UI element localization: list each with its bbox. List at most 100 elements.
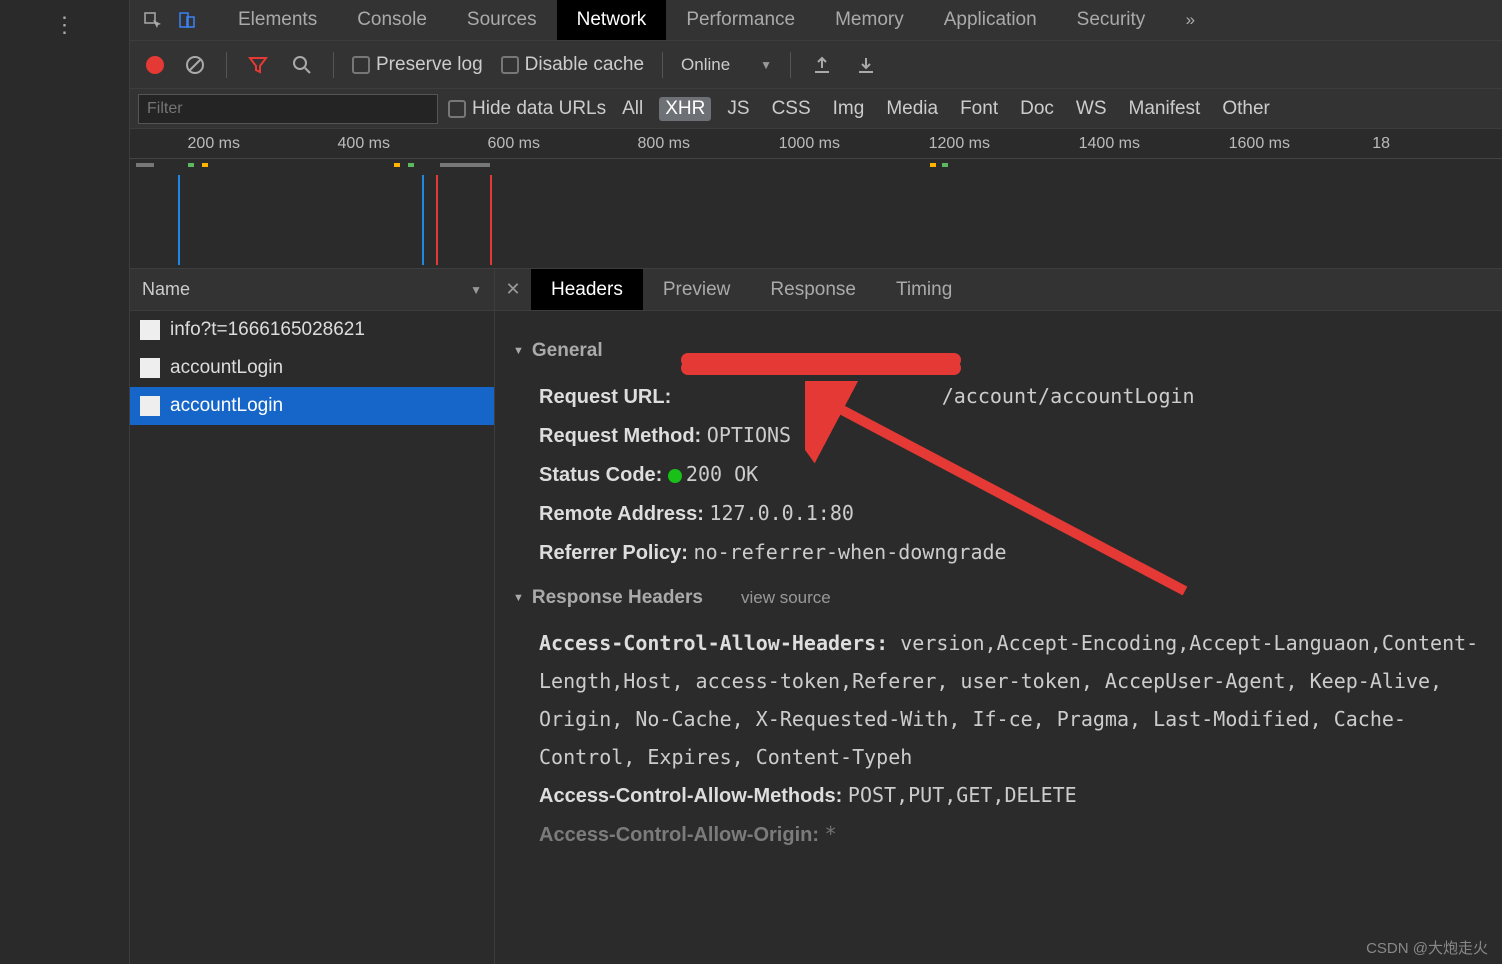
timeline-marker — [178, 175, 180, 265]
dtab-preview[interactable]: Preview — [643, 269, 751, 310]
inspect-icon[interactable] — [140, 7, 166, 33]
file-icon — [140, 358, 160, 378]
label-ac-allow-origin: Access-Control-Allow-Origin: — [539, 824, 819, 846]
type-ws[interactable]: WS — [1070, 97, 1113, 121]
timeline-tick: 400 ms — [338, 135, 390, 153]
tabs-overflow-icon[interactable]: » — [1177, 7, 1203, 33]
divider — [333, 52, 334, 78]
value-ac-allow-origin: * — [825, 822, 837, 846]
type-xhr[interactable]: XHR — [659, 97, 711, 121]
label-referrer-policy: Referrer Policy: — [539, 542, 688, 564]
timeline-tick: 200 ms — [188, 135, 240, 153]
type-all[interactable]: All — [616, 97, 649, 121]
filter-icon[interactable] — [245, 52, 271, 78]
timeline-mark — [440, 163, 490, 167]
divider — [226, 52, 227, 78]
timeline-tick: 1400 ms — [1079, 135, 1140, 153]
download-har-icon[interactable] — [853, 52, 879, 78]
label-ac-allow-headers: Access-Control-Allow-Headers: — [539, 631, 888, 655]
file-icon — [140, 320, 160, 340]
timeline-mark — [136, 163, 154, 167]
timeline-marker — [490, 175, 492, 265]
label-request-url: Request URL: — [539, 386, 671, 408]
request-row[interactable]: accountLogin — [130, 387, 494, 425]
throttling-select[interactable]: Online ▼ — [681, 55, 772, 75]
watermark: CSDN @大炮走火 — [1366, 937, 1488, 958]
type-manifest[interactable]: Manifest — [1123, 97, 1207, 121]
chevron-down-icon: ▼ — [470, 283, 482, 297]
divider — [662, 52, 663, 78]
timeline-mark — [942, 163, 948, 167]
disable-cache-checkbox[interactable]: Disable cache — [501, 54, 644, 76]
type-other[interactable]: Other — [1216, 97, 1276, 121]
label-request-method: Request Method: — [539, 425, 701, 447]
filter-bar: Hide data URLs All XHR JS CSS Img Media … — [130, 89, 1502, 129]
view-source-link[interactable]: view source — [741, 582, 831, 614]
section-general[interactable]: General — [513, 333, 1484, 369]
timeline-tick: 1600 ms — [1229, 135, 1290, 153]
label-remote-address: Remote Address: — [539, 503, 704, 525]
value-status-code: 200 OK — [686, 462, 758, 486]
label-status-code: Status Code: — [539, 464, 662, 486]
value-referrer-policy: no-referrer-when-downgrade — [694, 540, 1007, 564]
type-font[interactable]: Font — [954, 97, 1004, 121]
section-response-headers[interactable]: Response Headers view source — [513, 580, 1484, 616]
network-toolbar: Preserve log Disable cache Online ▼ — [130, 41, 1502, 89]
type-doc[interactable]: Doc — [1014, 97, 1060, 121]
request-details: ✕ Headers Preview Response Timing Genera… — [495, 269, 1502, 964]
preserve-log-checkbox[interactable]: Preserve log — [352, 54, 483, 76]
type-css[interactable]: CSS — [766, 97, 817, 121]
request-list: Name ▼ info?t=1666165028621 accountLogin… — [130, 269, 495, 964]
type-js[interactable]: JS — [721, 97, 755, 121]
tab-application[interactable]: Application — [924, 0, 1057, 40]
type-img[interactable]: Img — [827, 97, 871, 121]
filter-input[interactable] — [138, 94, 438, 124]
tab-performance[interactable]: Performance — [666, 0, 815, 40]
timeline-mark — [202, 163, 208, 167]
dtab-headers[interactable]: Headers — [531, 269, 643, 310]
tab-console[interactable]: Console — [337, 0, 447, 40]
tab-memory[interactable]: Memory — [815, 0, 924, 40]
file-icon — [140, 396, 160, 416]
clear-icon[interactable] — [182, 52, 208, 78]
tab-sources[interactable]: Sources — [447, 0, 557, 40]
tab-network[interactable]: Network — [557, 0, 667, 40]
label-ac-allow-methods: Access-Control-Allow-Methods: — [539, 785, 842, 807]
type-media[interactable]: Media — [880, 97, 944, 121]
timeline-tick: 600 ms — [488, 135, 540, 153]
timeline-tick: 18 — [1372, 135, 1390, 153]
value-remote-address: 127.0.0.1:80 — [709, 501, 854, 525]
value-request-method: OPTIONS — [707, 423, 791, 447]
timeline-marker — [422, 175, 424, 265]
value-request-url: /account/accountLogin — [942, 384, 1195, 408]
network-timeline[interactable]: 200 ms 400 ms 600 ms 800 ms 1000 ms 1200… — [130, 129, 1502, 269]
chevron-down-icon: ▼ — [760, 58, 772, 72]
redaction-mark — [681, 361, 961, 375]
tab-elements[interactable]: Elements — [218, 0, 337, 40]
close-icon[interactable]: ✕ — [495, 269, 531, 310]
device-icon[interactable] — [174, 7, 200, 33]
upload-har-icon[interactable] — [809, 52, 835, 78]
value-ac-allow-methods: POST,PUT,GET,DELETE — [848, 783, 1077, 807]
divider — [790, 52, 791, 78]
list-header[interactable]: Name ▼ — [130, 269, 494, 311]
devtools-tabs: Elements Console Sources Network Perform… — [130, 0, 1502, 41]
request-row[interactable]: info?t=1666165028621 — [130, 311, 494, 349]
hide-data-urls-checkbox[interactable]: Hide data URLs — [448, 98, 606, 120]
search-icon[interactable] — [289, 52, 315, 78]
record-button[interactable] — [146, 56, 164, 74]
timeline-marker — [436, 175, 438, 265]
timeline-tick: 800 ms — [638, 135, 690, 153]
timeline-mark — [394, 163, 400, 167]
dtab-response[interactable]: Response — [750, 269, 876, 310]
timeline-mark — [408, 163, 414, 167]
timeline-mark — [188, 163, 194, 167]
more-menu-icon[interactable]: ⋮ — [54, 12, 76, 38]
request-row[interactable]: accountLogin — [130, 349, 494, 387]
timeline-tick: 1000 ms — [779, 135, 840, 153]
timeline-mark — [930, 163, 936, 167]
status-dot-icon — [668, 469, 682, 483]
timeline-tick: 1200 ms — [929, 135, 990, 153]
dtab-timing[interactable]: Timing — [876, 269, 972, 310]
tab-security[interactable]: Security — [1057, 0, 1166, 40]
